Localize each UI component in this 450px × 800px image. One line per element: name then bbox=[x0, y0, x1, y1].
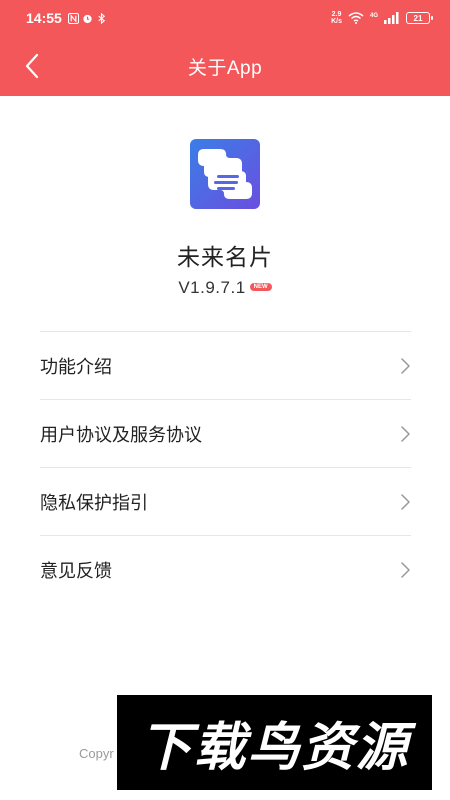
menu-item-label: 意见反馈 bbox=[40, 561, 112, 582]
menu-item-feature-intro[interactable]: 功能介绍 bbox=[40, 332, 411, 400]
chevron-right-icon bbox=[401, 357, 410, 374]
status-icons-left bbox=[67, 12, 107, 24]
chevron-right-icon bbox=[401, 493, 410, 510]
bluetooth-icon bbox=[98, 12, 105, 24]
page-title: 关于App bbox=[187, 57, 263, 79]
chevron-right-icon bbox=[401, 425, 410, 442]
status-right: 2.9 K/s 4G 21 bbox=[331, 11, 433, 25]
app-bar: 关于App bbox=[0, 36, 450, 96]
back-button[interactable] bbox=[14, 48, 50, 84]
wifi-icon bbox=[348, 12, 364, 24]
menu-item-user-agreement[interactable]: 用户协议及服务协议 bbox=[40, 400, 411, 468]
app-logo bbox=[190, 139, 260, 209]
chevron-right-icon bbox=[401, 562, 410, 578]
battery-level: 21 bbox=[413, 13, 423, 23]
settings-menu: 功能介绍 用户协议及服务协议 隐私保护指引 意见反馈 bbox=[40, 331, 411, 604]
status-left: 14:55 bbox=[26, 10, 107, 26]
watermark-banner: 下载鸟资源 bbox=[117, 695, 432, 790]
watermark-text: 下载鸟资源 bbox=[139, 718, 410, 778]
new-badge: NEW bbox=[249, 283, 272, 291]
status-time: 14:55 bbox=[26, 10, 62, 26]
app-logo-icon bbox=[190, 139, 260, 209]
menu-item-label: 功能介绍 bbox=[40, 356, 112, 378]
battery-icon: 21 bbox=[406, 12, 433, 24]
signal-icon bbox=[384, 12, 399, 24]
menu-item-label: 隐私保护指引 bbox=[40, 492, 148, 514]
chevron-left-icon bbox=[25, 53, 39, 79]
menu-item-label: 用户协议及服务协议 bbox=[40, 424, 202, 446]
app-name: 未来名片 bbox=[177, 245, 273, 271]
network-label: 4G bbox=[369, 13, 378, 19]
nfc-icon bbox=[67, 12, 79, 24]
menu-item-feedback[interactable]: 意见反馈 bbox=[40, 536, 411, 604]
alarm-icon bbox=[83, 14, 92, 23]
menu-item-privacy-guide[interactable]: 隐私保护指引 bbox=[40, 468, 411, 536]
copyright-text: Copyr bbox=[79, 746, 114, 761]
net-speed-value: 2.9 bbox=[331, 11, 342, 18]
net-speed: 2.9 K/s bbox=[331, 11, 342, 25]
version-text: V1.9.7.1 bbox=[178, 278, 246, 297]
version-row: V1.9.7.1 NEW bbox=[0, 278, 450, 298]
net-speed-unit: K/s bbox=[331, 18, 342, 25]
status-bar: 14:55 2.9 K/s 4G 21 bbox=[0, 0, 450, 36]
